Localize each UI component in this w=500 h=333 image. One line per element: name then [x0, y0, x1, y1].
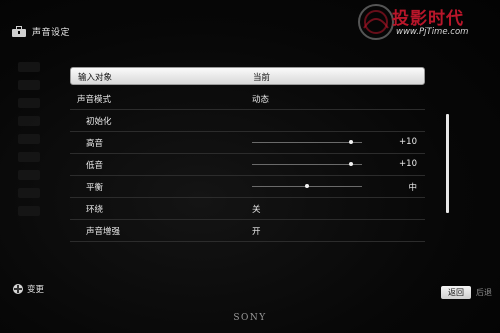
scrollbar[interactable] [446, 114, 449, 213]
return-button[interactable]: 返回 [441, 286, 471, 299]
menu-item-value: 开 [252, 227, 261, 237]
menu-item-label: 低音 [86, 161, 104, 171]
menu-item-label: 环绕 [86, 205, 104, 215]
sidebar-ghost-icon [18, 206, 40, 216]
slider-value: +10 [399, 159, 417, 169]
page-title: 声音设定 [32, 27, 71, 38]
sound-settings-list: 输入对象 当前 声音模式 动态 初始化 高音 +10 低音 +10 平衡 中 环… [70, 67, 425, 242]
sidebar-ghost-icon [18, 188, 40, 198]
footer-nav: 返回 后退 [441, 286, 492, 299]
menu-item-label: 平衡 [86, 183, 104, 193]
tv-menu-screen: 声音设定 投影时代 www.PjTime.com 输入对象 当前 声音模式 动态… [0, 0, 500, 333]
slider-knob[interactable] [349, 162, 353, 166]
watermark-text: 投影时代 [392, 9, 464, 29]
balance-slider[interactable] [252, 184, 362, 188]
menu-item-label: 声音增强 [86, 227, 121, 237]
sidebar-ghost-icon [18, 134, 40, 144]
back-label: 后退 [476, 288, 492, 297]
slider-knob[interactable] [349, 140, 353, 144]
sidebar-ghost-icon [18, 170, 40, 180]
sidebar-ghost-icon [18, 116, 40, 126]
menu-item-label: 声音模式 [77, 95, 112, 105]
menu-item-value: 动态 [252, 95, 270, 105]
menu-item-label: 输入对象 [78, 73, 113, 83]
change-hint: 变更 [13, 283, 44, 295]
watermark-logo: 投影时代 www.PjTime.com [356, 2, 494, 44]
logo-emblem-icon [358, 4, 394, 40]
menu-item-value: 关 [252, 205, 261, 215]
menu-item-reset[interactable]: 初始化 [70, 110, 425, 132]
menu-item-surround[interactable]: 环绕 关 [70, 198, 425, 220]
menu-item-sound-enhancer[interactable]: 声音增强 开 [70, 220, 425, 242]
menu-item-sound-mode[interactable]: 声音模式 动态 [70, 88, 425, 110]
menu-item-balance[interactable]: 平衡 中 [70, 176, 425, 198]
brand-logo: SONY [233, 313, 267, 323]
sidebar-ghost-icon [18, 152, 40, 162]
menu-item-treble[interactable]: 高音 +10 [70, 132, 425, 154]
slider-value: +10 [399, 137, 417, 147]
change-label: 变更 [27, 285, 45, 295]
slider-value: 中 [408, 183, 417, 193]
slider-knob[interactable] [305, 184, 309, 188]
dpad-icon [13, 284, 23, 294]
treble-slider[interactable] [252, 140, 362, 144]
sidebar-ghost-icon [18, 80, 40, 90]
menu-item-label: 高音 [86, 139, 104, 149]
menu-item-input-target[interactable]: 输入对象 当前 [70, 67, 425, 85]
toolbox-icon [12, 25, 26, 37]
menu-header: 声音设定 [12, 22, 70, 40]
menu-item-label: 初始化 [86, 117, 112, 127]
sidebar-ghost-icon [18, 98, 40, 108]
menu-item-value: 当前 [253, 73, 271, 83]
menu-item-bass[interactable]: 低音 +10 [70, 154, 425, 176]
watermark-url: www.PjTime.com [396, 27, 469, 37]
bass-slider[interactable] [252, 162, 362, 166]
sidebar-ghost-icon [18, 62, 40, 72]
